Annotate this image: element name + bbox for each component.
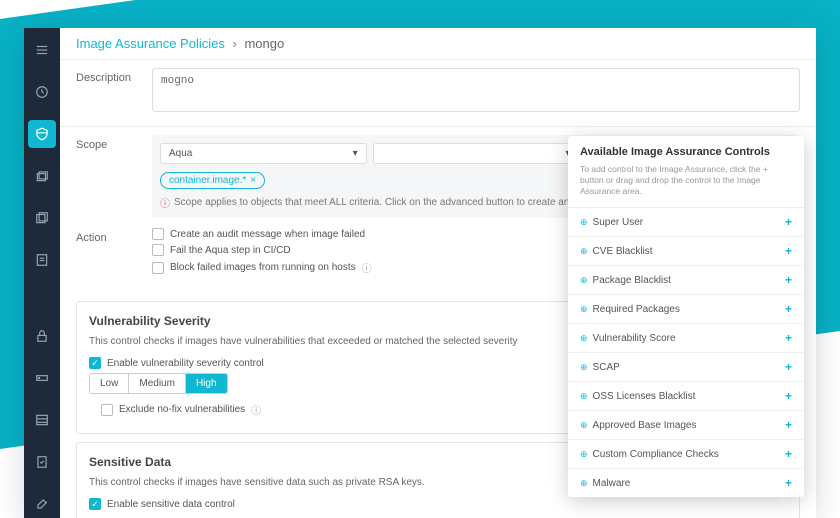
- control-label: Malware: [593, 478, 631, 489]
- close-icon: ×: [250, 175, 256, 186]
- control-label: Package Blacklist: [593, 275, 671, 286]
- control-label: Vulnerability Score: [593, 333, 676, 344]
- description-input[interactable]: mogno: [152, 68, 800, 112]
- nav-dashboard-icon[interactable]: [28, 78, 56, 106]
- control-label: Super User: [593, 217, 644, 228]
- drag-icon: ⊕: [580, 362, 587, 373]
- exclude-nofix-checkbox[interactable]: [101, 404, 113, 416]
- scope-select-2[interactable]: ▾: [373, 143, 580, 164]
- add-control-button[interactable]: +: [785, 360, 792, 374]
- control-label: Required Packages: [593, 304, 680, 315]
- nav-settings-icon[interactable]: [28, 490, 56, 518]
- control-label: Approved Base Images: [593, 420, 697, 431]
- nav-menu-icon[interactable]: [28, 36, 56, 64]
- drag-icon: ⊕: [580, 304, 587, 315]
- drag-icon: ⊕: [580, 246, 587, 257]
- enable-sensitive-checkbox[interactable]: ✓: [89, 498, 101, 510]
- control-item[interactable]: ⊕ SCAP +: [568, 353, 804, 382]
- severity-high[interactable]: High: [186, 374, 227, 393]
- severity-medium[interactable]: Medium: [129, 374, 186, 393]
- panel-title: Available Image Assurance Controls: [568, 136, 804, 164]
- info-icon[interactable]: ⓘ: [251, 402, 261, 417]
- control-label: OSS Licenses Blacklist: [593, 391, 696, 402]
- info-icon[interactable]: ⓘ: [362, 260, 372, 275]
- nav-policies-icon[interactable]: [28, 120, 56, 148]
- control-item[interactable]: ⊕ Vulnerability Score +: [568, 324, 804, 353]
- drag-icon: ⊕: [580, 333, 587, 344]
- control-item[interactable]: ⊕ Super User +: [568, 208, 804, 237]
- action-audit-checkbox[interactable]: [152, 228, 164, 240]
- scope-label: Scope: [76, 135, 140, 151]
- control-label: SCAP: [593, 362, 620, 373]
- sidebar: [24, 28, 60, 518]
- add-control-button[interactable]: +: [785, 418, 792, 432]
- drag-icon: ⊕: [580, 420, 587, 431]
- control-label: Custom Compliance Checks: [593, 449, 719, 460]
- add-control-button[interactable]: +: [785, 215, 792, 229]
- nav-hosts-icon[interactable]: [28, 364, 56, 392]
- control-item[interactable]: ⊕ Package Blacklist +: [568, 266, 804, 295]
- control-item[interactable]: ⊕ Custom Compliance Checks +: [568, 440, 804, 469]
- nav-images-icon[interactable]: [28, 204, 56, 232]
- add-control-button[interactable]: +: [785, 476, 792, 490]
- action-block-checkbox[interactable]: [152, 262, 164, 274]
- nav-containers-icon[interactable]: [28, 162, 56, 190]
- add-control-button[interactable]: +: [785, 302, 792, 316]
- description-label: Description: [76, 68, 140, 84]
- add-control-button[interactable]: +: [785, 273, 792, 287]
- control-item[interactable]: ⊕ OSS Licenses Blacklist +: [568, 382, 804, 411]
- chevron-right-icon: ›: [232, 36, 236, 51]
- chevron-down-icon: ▾: [353, 148, 358, 159]
- breadcrumb-parent[interactable]: Image Assurance Policies: [76, 36, 225, 51]
- nav-reports-icon[interactable]: [28, 246, 56, 274]
- available-controls-panel: Available Image Assurance Controls To ad…: [568, 136, 804, 497]
- panel-subtitle: To add control to the Image Assurance, c…: [568, 164, 804, 208]
- add-control-button[interactable]: +: [785, 389, 792, 403]
- drag-icon: ⊕: [580, 391, 587, 402]
- add-control-button[interactable]: +: [785, 447, 792, 461]
- severity-segment: Low Medium High: [89, 373, 228, 394]
- add-control-button[interactable]: +: [785, 244, 792, 258]
- control-item[interactable]: ⊕ CVE Blacklist +: [568, 237, 804, 266]
- drag-icon: ⊕: [580, 275, 587, 286]
- control-item[interactable]: ⊕ Malware +: [568, 469, 804, 497]
- control-label: CVE Blacklist: [593, 246, 653, 257]
- severity-low[interactable]: Low: [90, 374, 129, 393]
- info-icon: ⓘ: [160, 195, 170, 210]
- breadcrumb: Image Assurance Policies › mongo: [60, 28, 816, 59]
- enable-vuln-checkbox[interactable]: ✓: [89, 357, 101, 369]
- action-label: Action: [76, 228, 140, 244]
- nav-list-icon[interactable]: [28, 406, 56, 434]
- scope-select-1[interactable]: Aqua▾: [160, 143, 367, 164]
- nav-lock-icon[interactable]: [28, 322, 56, 350]
- drag-icon: ⊕: [580, 449, 587, 460]
- drag-icon: ⊕: [580, 478, 587, 489]
- add-control-button[interactable]: +: [785, 331, 792, 345]
- scope-chip[interactable]: container.image.*×: [160, 172, 265, 189]
- breadcrumb-current: mongo: [244, 36, 284, 51]
- control-item[interactable]: ⊕ Approved Base Images +: [568, 411, 804, 440]
- action-cicd-checkbox[interactable]: [152, 244, 164, 256]
- drag-icon: ⊕: [580, 217, 587, 228]
- control-item[interactable]: ⊕ Required Packages +: [568, 295, 804, 324]
- nav-audit-icon[interactable]: [28, 448, 56, 476]
